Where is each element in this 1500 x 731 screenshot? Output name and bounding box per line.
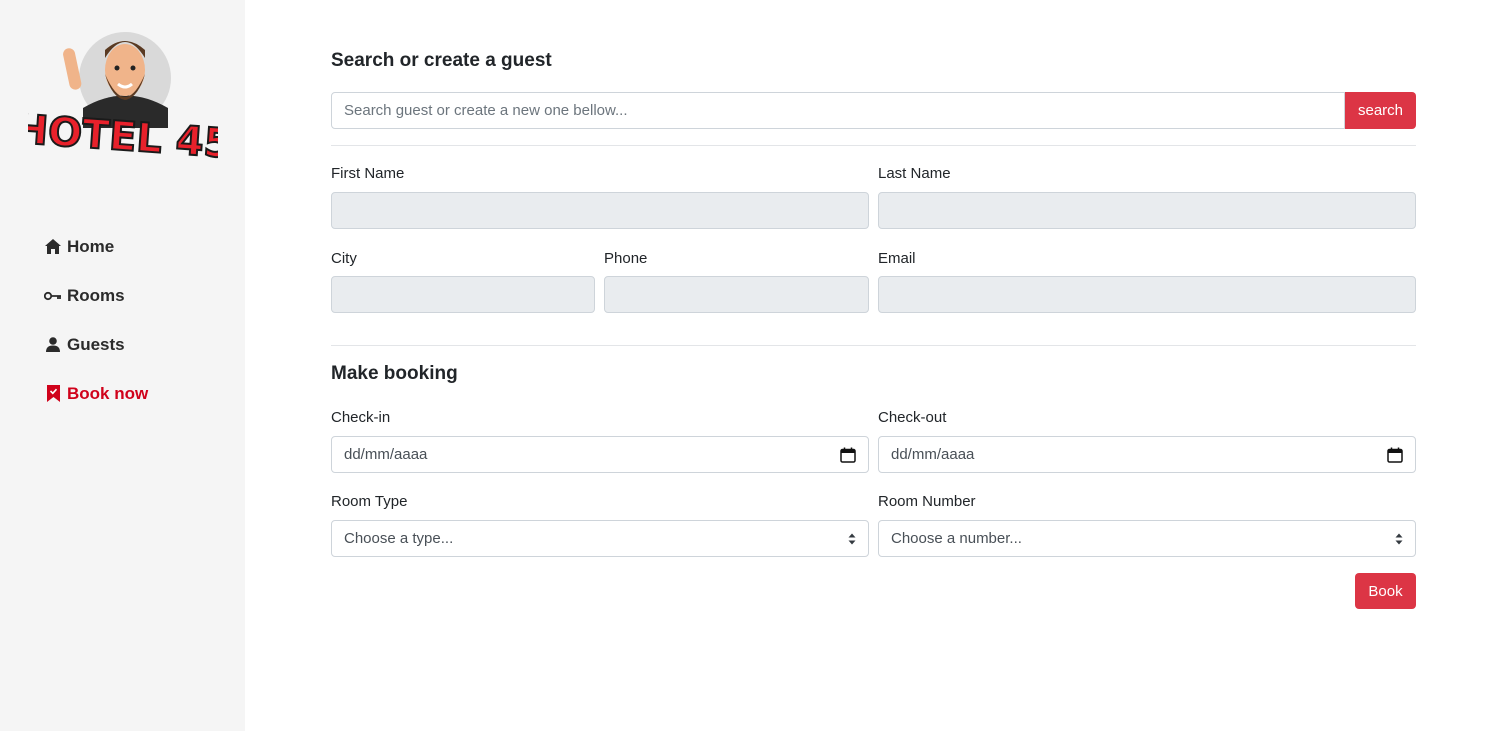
first-name-field[interactable]: [331, 192, 869, 229]
city-field[interactable]: [331, 276, 595, 313]
key-icon: [44, 287, 62, 305]
city-label: City: [331, 250, 357, 267]
checkout-date-input[interactable]: dd/mm/aaaa: [878, 436, 1416, 473]
divider: [331, 345, 1416, 346]
checkout-label: Check-out: [878, 409, 947, 426]
sidebar-nav: Home Rooms Guests Book now: [44, 222, 148, 418]
email-label: Email: [878, 250, 916, 267]
calendar-icon[interactable]: [1387, 447, 1403, 463]
room-type-label: Room Type: [331, 493, 408, 510]
guest-search-bar: search: [331, 92, 1416, 129]
room-number-value: Choose a number...: [891, 530, 1022, 547]
calendar-icon[interactable]: [840, 447, 856, 463]
sidebar-item-label: Home: [67, 236, 115, 256]
room-type-select[interactable]: Choose a type...: [331, 520, 869, 557]
first-name-label: First Name: [331, 165, 405, 182]
sidebar-item-guests[interactable]: Guests: [44, 320, 148, 369]
sidebar-item-home[interactable]: Home: [44, 222, 148, 271]
email-field[interactable]: [878, 276, 1416, 313]
guest-search-input[interactable]: [331, 92, 1345, 129]
logo-text: HOTEL 45: [28, 106, 218, 163]
checkin-label: Check-in: [331, 409, 391, 426]
book-button[interactable]: Book: [1355, 573, 1416, 609]
booking-section-title: Make booking: [331, 363, 458, 384]
phone-field[interactable]: [604, 276, 869, 313]
checkout-placeholder: dd/mm/aaaa: [891, 446, 975, 463]
select-arrows-icon: [1395, 533, 1403, 545]
sidebar-item-label: Guests: [67, 334, 125, 354]
divider: [331, 145, 1416, 146]
room-type-value: Choose a type...: [344, 530, 454, 547]
room-number-select[interactable]: Choose a number...: [878, 520, 1416, 557]
checkin-date-input[interactable]: dd/mm/aaaa: [331, 436, 869, 473]
user-icon: [44, 336, 62, 354]
last-name-label: Last Name: [878, 165, 951, 182]
last-name-field[interactable]: [878, 192, 1416, 229]
select-arrows-icon: [848, 533, 856, 545]
home-icon: [44, 238, 62, 256]
bookmark-icon: [44, 385, 62, 403]
hotel-logo[interactable]: HOTEL 45: [12, 28, 234, 169]
sidebar-item-label: Book now: [67, 383, 149, 403]
phone-label: Phone: [604, 250, 648, 267]
checkin-placeholder: dd/mm/aaaa: [344, 446, 428, 463]
sidebar-item-book-now[interactable]: Book now: [44, 369, 148, 418]
guest-section-title: Search or create a guest: [331, 50, 552, 71]
search-button[interactable]: search: [1345, 92, 1416, 129]
room-number-label: Room Number: [878, 493, 976, 510]
sidebar-item-rooms[interactable]: Rooms: [44, 271, 148, 320]
sidebar-item-label: Rooms: [67, 285, 125, 305]
sidebar: HOTEL 45 Home Rooms Guests Book now: [0, 0, 245, 731]
